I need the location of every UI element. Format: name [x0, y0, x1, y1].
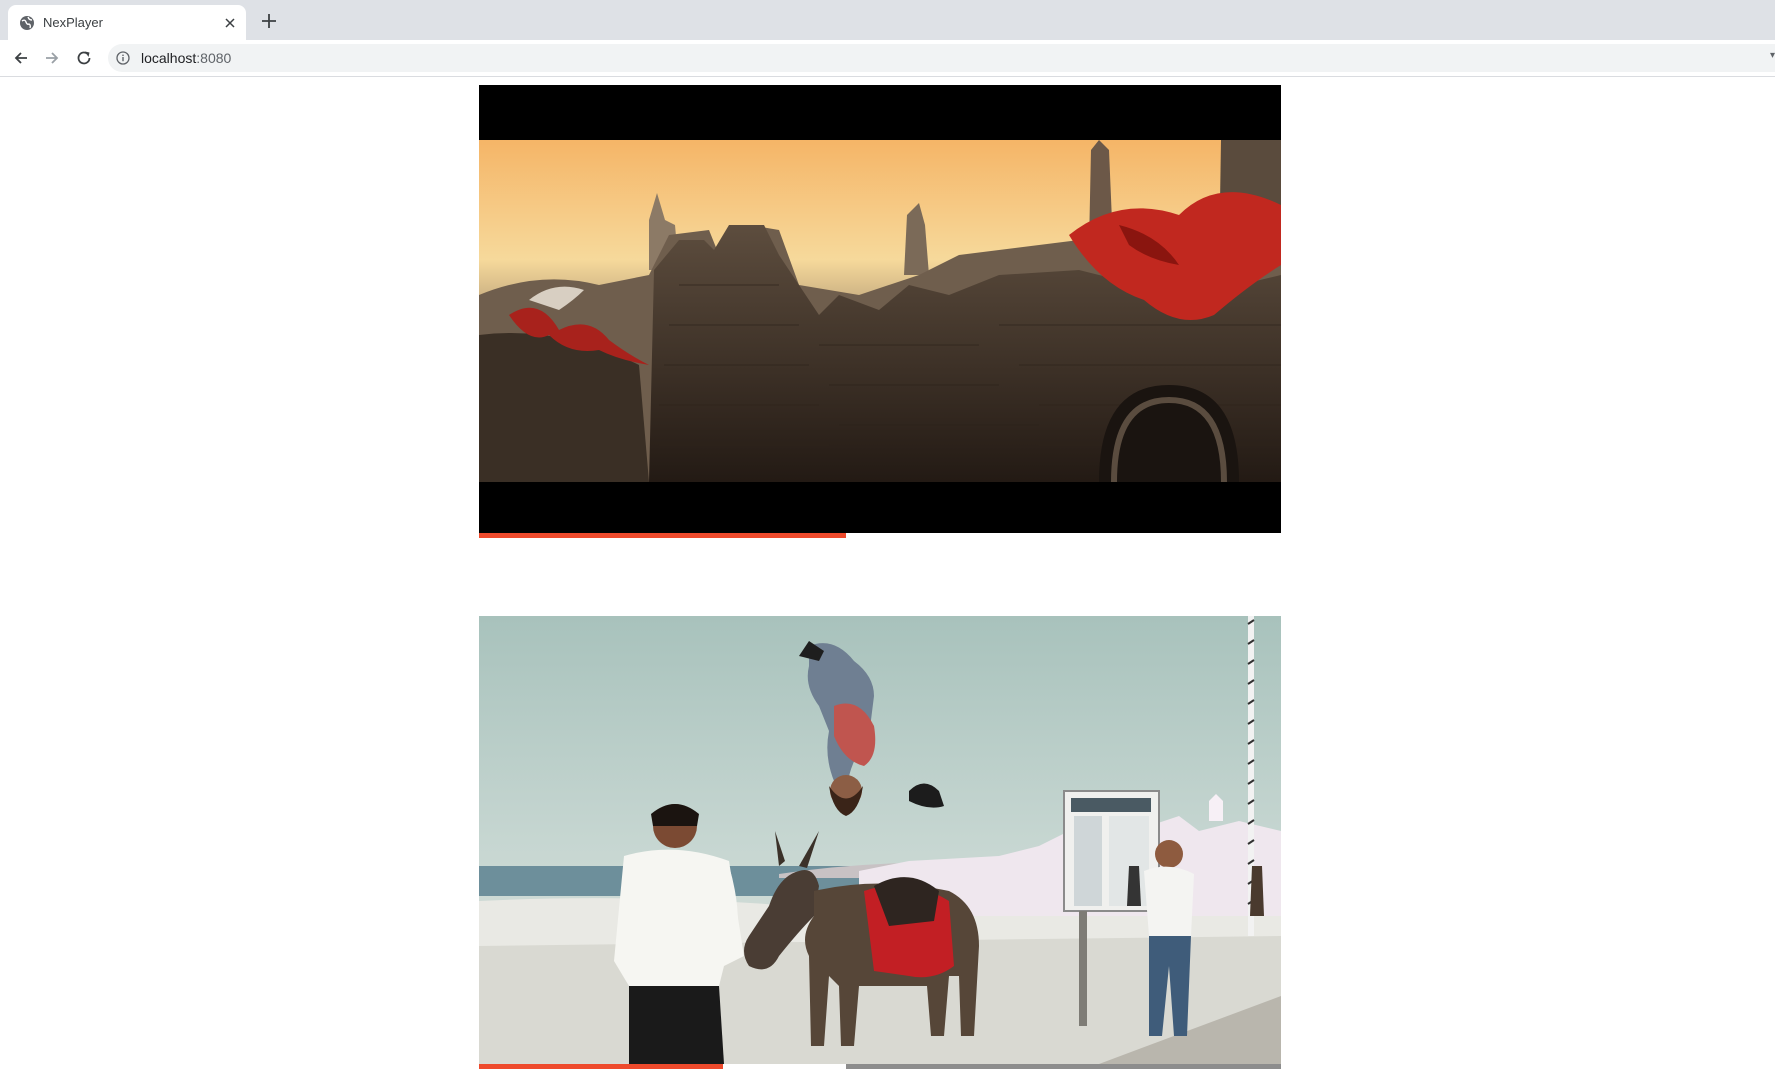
- browser-toolbar: localhost:8080 ▾: [0, 40, 1775, 77]
- reload-icon[interactable]: [74, 48, 94, 68]
- video-frame[interactable]: [479, 616, 1281, 1064]
- progress-fill: [479, 1064, 723, 1069]
- video-still-donkey-backflip: [479, 616, 1281, 1064]
- url-host: localhost: [141, 50, 197, 66]
- buffer-bar: [846, 1064, 1281, 1069]
- back-arrow-icon[interactable]: [11, 48, 31, 68]
- progress-bar[interactable]: [479, 1064, 1281, 1069]
- video-still-fantasy-city: [479, 85, 1281, 533]
- url-port: :8080: [196, 50, 232, 66]
- video-player-1[interactable]: [479, 85, 1281, 538]
- video-frame[interactable]: [479, 85, 1281, 533]
- globe-icon: [20, 16, 34, 30]
- browser-tab[interactable]: NexPlayer: [8, 5, 246, 40]
- new-tab-icon[interactable]: [259, 11, 279, 31]
- progress-fill: [479, 533, 847, 538]
- chevron-down-icon[interactable]: ▾: [1770, 50, 1775, 61]
- address-bar[interactable]: localhost:8080: [108, 44, 1775, 72]
- video-player-2[interactable]: [479, 616, 1281, 1069]
- forward-arrow-icon[interactable]: [42, 48, 62, 68]
- tab-title: NexPlayer: [43, 15, 103, 30]
- browser-tab-strip: NexPlayer: [0, 0, 1775, 40]
- url-text[interactable]: localhost:8080: [141, 50, 231, 66]
- progress-bar[interactable]: [479, 533, 1281, 538]
- close-icon[interactable]: [222, 15, 238, 31]
- info-icon[interactable]: [116, 51, 130, 65]
